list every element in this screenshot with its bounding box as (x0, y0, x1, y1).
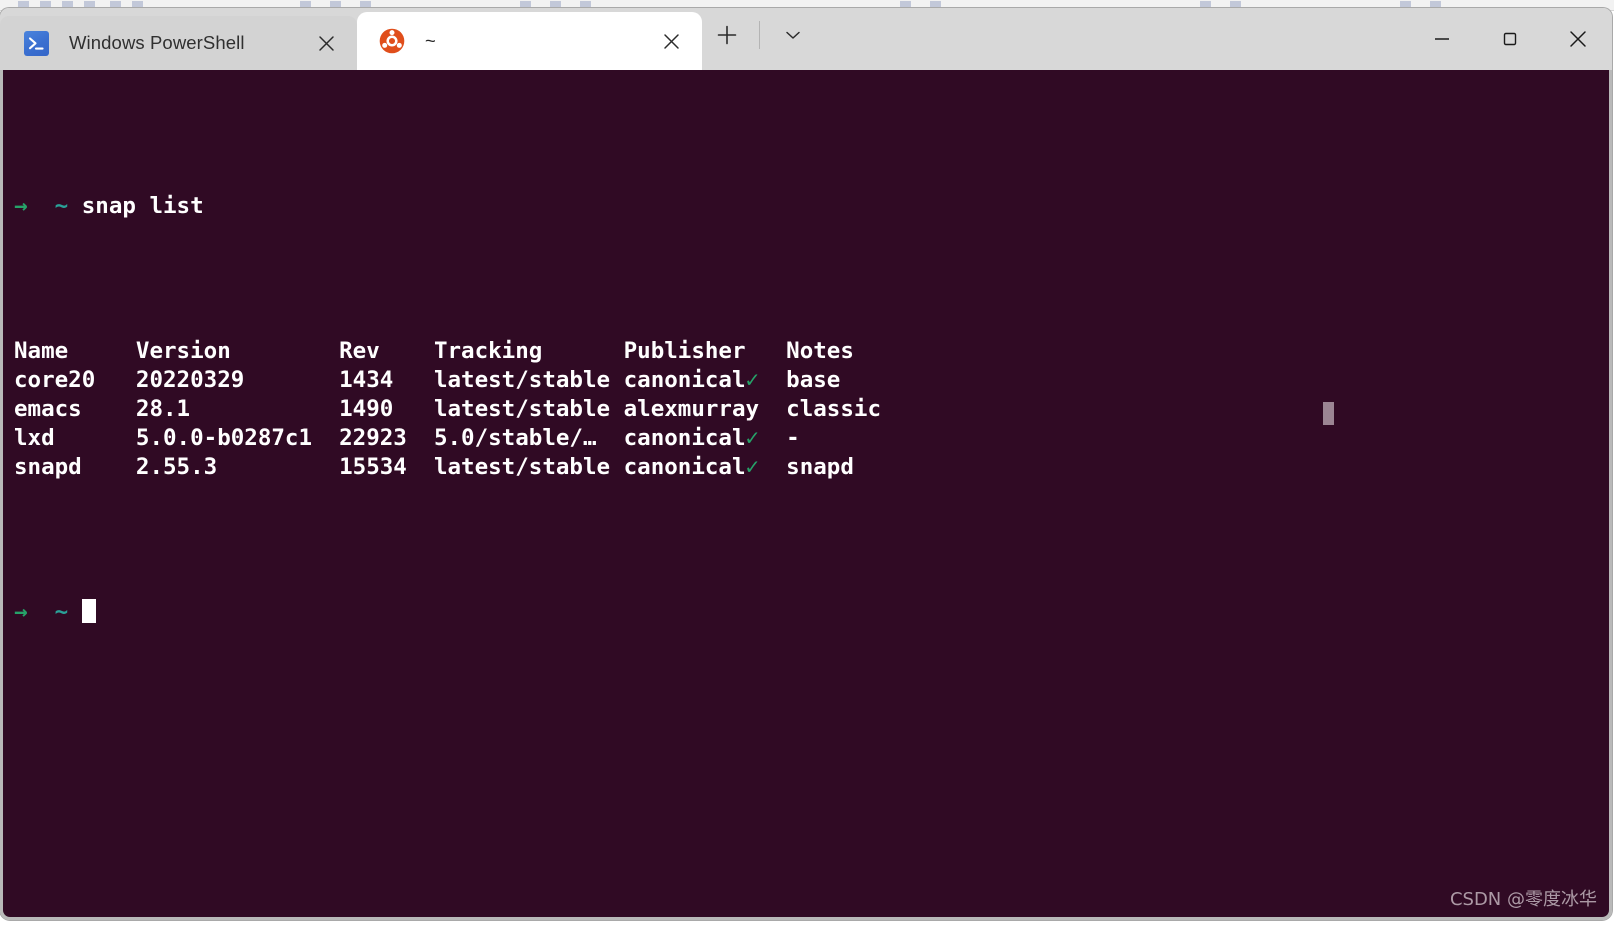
table-row: emacs 28.1 1490 latest/stable alexmurray… (14, 395, 1609, 424)
titlebar: Windows PowerShell ~ (0, 8, 1612, 70)
windows-terminal-window: Windows PowerShell ~ → ~ snap list Name … (0, 8, 1612, 920)
cell-version: 5.0.0-b0287c1 (135, 425, 313, 451)
window-controls (1408, 8, 1612, 70)
chevron-down-icon[interactable] (768, 11, 817, 60)
minimize-button[interactable] (1408, 8, 1476, 70)
table-row: snapd 2.55.3 15534 latest/stable canonic… (14, 453, 1609, 482)
tab-windows-powershell[interactable]: Windows PowerShell (0, 16, 357, 70)
cell-name: Name (14, 338, 69, 364)
close-button[interactable] (1544, 8, 1612, 70)
tab-ubuntu-home[interactable]: ~ (357, 12, 702, 70)
ubuntu-icon (379, 28, 405, 54)
cell-publisher: canonical (623, 425, 746, 451)
cell-tracking: latest/stable (433, 396, 611, 422)
cell-name: lxd (14, 425, 55, 451)
mouse-text-cursor (1323, 402, 1334, 425)
cell-version: 2.55.3 (135, 454, 218, 480)
prompt-arrow-icon: → (14, 599, 28, 625)
verified-check-icon: ✓ (745, 454, 760, 480)
close-icon[interactable] (649, 19, 693, 63)
cell-version: Version (135, 338, 231, 364)
tabstrip: Windows PowerShell ~ (0, 8, 817, 70)
close-icon[interactable] (304, 21, 348, 65)
cell-tracking: latest/stable (433, 367, 611, 393)
cell-version: 28.1 (135, 396, 191, 422)
terminal-body[interactable]: → ~ snap list Name Version Rev Tracking … (0, 70, 1612, 920)
cell-tracking: 5.0/stable/… (433, 425, 597, 451)
terminal-screen[interactable]: → ~ snap list Name Version Rev Tracking … (14, 76, 1609, 917)
cell-name: core20 (14, 367, 96, 393)
powershell-icon (23, 30, 49, 56)
terminal-command: snap list (81, 193, 204, 219)
divider (759, 21, 760, 49)
table-row: lxd 5.0.0-b0287c1 22923 5.0/stable/… can… (14, 424, 1609, 453)
terminal-prompt-line: → ~ snap list (14, 192, 1609, 221)
cell-notes: snapd (786, 454, 854, 480)
snap-table-header: Name Version Rev Tracking Publisher Note… (14, 337, 1609, 366)
cell-name: emacs (14, 396, 82, 422)
cell-notes: Notes (786, 338, 854, 364)
verified-check-icon: ✓ (745, 425, 760, 451)
cell-publisher: alexmurray (623, 396, 760, 422)
cell-rev: 1434 (339, 367, 394, 393)
verified-check-icon: ✓ (745, 367, 760, 393)
cell-publisher: Publisher (623, 338, 746, 364)
prompt-path: ~ (54, 599, 69, 625)
snap-list-output: Name Version Rev Tracking Publisher Note… (14, 337, 1609, 482)
tab-title: ~ (425, 30, 436, 51)
cell-rev: 15534 (339, 454, 407, 480)
cell-rev: Rev (339, 338, 380, 364)
cell-rev: 22923 (339, 425, 407, 451)
prompt-path: ~ (54, 193, 69, 219)
terminal-prompt-line-current: → ~ (14, 598, 1609, 627)
tab-title: Windows PowerShell (69, 32, 245, 53)
cell-tracking: latest/stable (433, 454, 611, 480)
new-tab-group (702, 8, 817, 70)
watermark: CSDN @零度冰华 (1449, 889, 1597, 910)
maximize-button[interactable] (1476, 8, 1544, 70)
cell-version: 20220329 (135, 367, 245, 393)
cell-publisher: canonical (623, 454, 746, 480)
text-cursor (81, 599, 96, 623)
cell-name: snapd (14, 454, 82, 480)
cell-notes: base (786, 367, 841, 393)
cell-notes: - (786, 425, 800, 451)
new-tab-button[interactable] (702, 11, 751, 60)
cell-notes: classic (786, 396, 881, 422)
table-row: core20 20220329 1434 latest/stable canon… (14, 366, 1609, 395)
cell-tracking: Tracking (433, 338, 543, 364)
cell-publisher: canonical (623, 367, 746, 393)
cell-rev: 1490 (339, 396, 394, 422)
prompt-arrow-icon: → (14, 193, 28, 219)
